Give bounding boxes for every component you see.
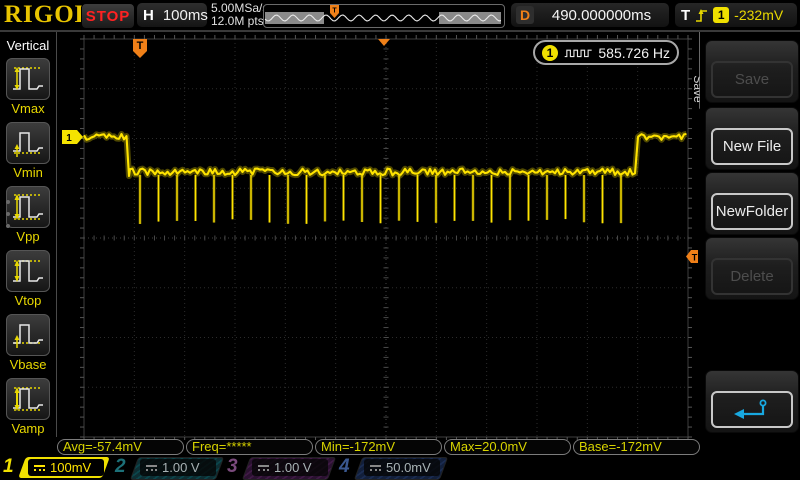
trigger-edge-icon [696, 8, 708, 22]
sidebar-item-label: Vmax [11, 101, 45, 116]
run-stop-status[interactable]: STOP [81, 3, 135, 29]
acquisition-info: 5.00MSa/s 12.0M pts [211, 2, 268, 28]
channel-scale: 100mV [50, 460, 92, 475]
oscilloscope-screen: RIGOL STOP H 100ms 5.00MSa/s 12.0M pts T… [0, 0, 800, 480]
vpp-icon [6, 186, 50, 228]
measurement-avg: Avg=-57.4mV [57, 439, 184, 455]
softkey-label: Save [711, 61, 793, 98]
memory-depth: 12.0M pts [211, 14, 264, 28]
measurement-base: Base=-172mV [573, 439, 700, 455]
svg-text:T: T [332, 8, 337, 15]
trigger-delay-indicator [378, 39, 390, 46]
channel-scale: 1.00 V [162, 460, 200, 475]
trigger-source-badge: 1 [713, 7, 730, 23]
sidebar-item-vamp[interactable]: Vamp [0, 378, 56, 436]
sidebar-item-label: Vamp [11, 421, 45, 436]
channel-1-status[interactable]: 1 100mV [0, 456, 110, 480]
vmin-icon [6, 122, 50, 164]
delay-label: D [516, 6, 534, 24]
channel-number: 3 [227, 456, 238, 477]
timebase-value: 100ms [162, 6, 208, 24]
vmax-icon [6, 58, 50, 100]
channel-3-status[interactable]: 3 1.00 V [224, 456, 337, 480]
frequency-counter-badge: 1 585.726 Hz [533, 40, 679, 65]
dc-coupling-icon [146, 464, 157, 471]
softkey-delete-button[interactable]: Delete [705, 237, 799, 300]
pulse-train-icon [564, 49, 592, 57]
svg-text:T: T [692, 253, 698, 263]
channel-status-bar: 1 100mV 2 1.00 V 3 1.00 V 4 50.0mV [0, 456, 800, 480]
sidebar-item-vtop[interactable]: Vtop [0, 250, 56, 308]
measurement-min: Min=-172mV [315, 439, 442, 455]
measurement-freq: Freq=***** [186, 439, 313, 455]
svg-text:1: 1 [66, 133, 72, 144]
softkey-label: New File [711, 128, 793, 165]
menu-scroll-dots [6, 192, 10, 236]
delay-value: 490.000000ms [551, 6, 652, 24]
measurement-bar: Avg=-57.4mV Freq=***** Min=-172mV Max=20… [57, 439, 700, 455]
vamp-icon [6, 378, 50, 420]
softkey-menu: Save New File NewFolder Delete [700, 32, 800, 456]
trigger-status-box[interactable]: T 1 -232mV [675, 3, 797, 27]
freq-counter-channel: 1 [542, 44, 558, 61]
vtop-icon [6, 250, 50, 292]
sidebar-item-label: Vtop [14, 293, 42, 308]
softkey-save-button[interactable]: Save [705, 40, 799, 103]
sidebar-item-label: Vmin [13, 165, 43, 180]
softkey-label: NewFolder [711, 193, 793, 230]
channel-scale: 50.0mV [386, 460, 431, 475]
sidebar-item-vmax[interactable]: Vmax [0, 58, 56, 116]
trigger-level-value: -232mV [734, 7, 784, 23]
svg-text:T: T [137, 40, 144, 52]
dc-coupling-icon [34, 464, 45, 471]
trigger-label: T [681, 6, 691, 24]
softkey-label: Delete [711, 258, 793, 295]
horizontal-timebase-box[interactable]: H 100ms [137, 3, 208, 27]
top-status-bar: RIGOL STOP H 100ms 5.00MSa/s 12.0M pts T… [0, 0, 800, 30]
freq-counter-value: 585.726 Hz [598, 44, 670, 61]
channel-number: 4 [339, 456, 350, 477]
channel-number: 1 [3, 456, 14, 477]
sidebar-item-vmin[interactable]: Vmin [0, 122, 56, 180]
softkey-back-button[interactable] [705, 370, 799, 433]
vertical-measure-sidebar: Vertical Vmax Vmin Vpp Vtop Vbase Vamp [0, 32, 56, 456]
softkey-new-file-button[interactable]: New File [705, 107, 799, 170]
trigger-delay-box[interactable]: D 490.000000ms [511, 3, 669, 27]
return-arrow-icon [734, 399, 767, 419]
waveform-display: 1 T T [62, 35, 698, 440]
measure-menu-title: Vertical [6, 38, 50, 53]
memory-outside-window [265, 12, 324, 24]
vbase-icon [6, 314, 50, 356]
dc-coupling-icon [370, 464, 381, 471]
channel-2-status[interactable]: 2 1.00 V [112, 456, 225, 480]
measurement-max: Max=20.0mV [444, 439, 571, 455]
channel-4-status[interactable]: 4 50.0mV [336, 456, 449, 480]
channel-number: 2 [115, 456, 126, 477]
softkey-new-folder-button[interactable]: NewFolder [705, 172, 799, 235]
sidebar-item-label: Vbase [9, 357, 47, 372]
dc-coupling-icon [258, 464, 269, 471]
scope-markers: 1 T T [62, 39, 698, 263]
sidebar-item-vbase[interactable]: Vbase [0, 314, 56, 372]
channel-1-trace [81, 131, 687, 224]
graticule-grid [80, 35, 692, 440]
channel-scale: 1.00 V [274, 460, 312, 475]
channel-1-offset-marker[interactable] [62, 130, 83, 144]
memory-preview-graphic: T [264, 5, 502, 24]
waveform-memory-preview: T [263, 4, 505, 28]
rigol-logo: RIGOL [4, 1, 93, 28]
horizontal-label: H [143, 6, 154, 24]
